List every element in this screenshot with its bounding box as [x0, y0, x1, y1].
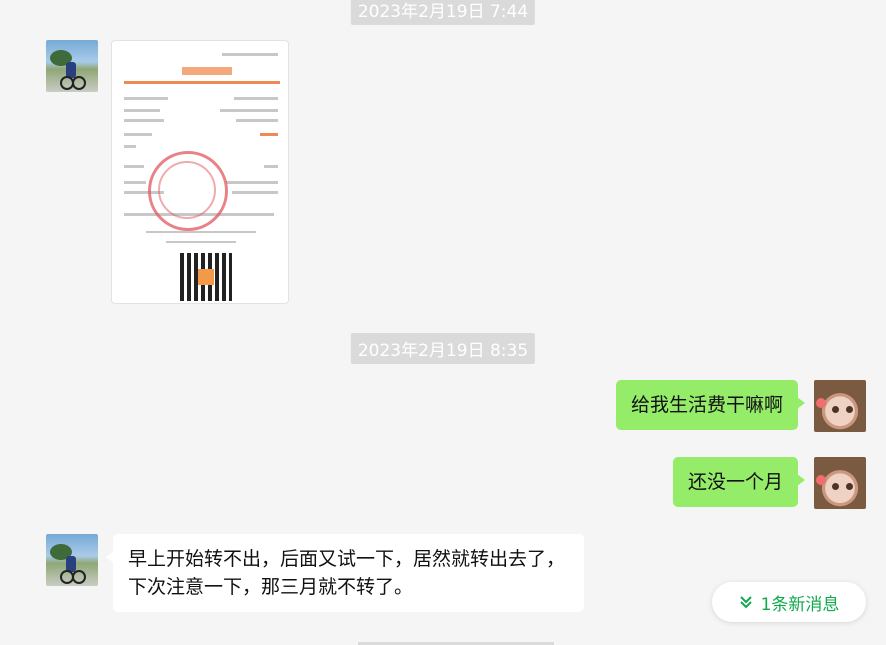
new-messages-button[interactable]: 1条新消息	[712, 582, 866, 622]
timestamp: 2023年2月19日 7:44	[350, 0, 536, 25]
image-message[interactable]	[111, 40, 289, 304]
contact-avatar[interactable]	[46, 40, 98, 92]
contact-avatar[interactable]	[46, 534, 98, 586]
self-avatar[interactable]	[814, 457, 866, 509]
message-bubble-sent[interactable]: 给我生活费干嘛啊	[615, 380, 806, 430]
message-bubble-received[interactable]: 早上开始转不出，后面又试一下，居然就转出去了，下次注意一下，那三月就不转了。	[106, 534, 584, 612]
receipt-image	[122, 47, 282, 301]
message-bubble-sent[interactable]: 还没一个月	[672, 457, 806, 507]
chevron-double-down-icon	[739, 594, 753, 610]
new-messages-label: 1条新消息	[760, 594, 840, 615]
timestamp: 2023年2月19日 8:35	[350, 333, 536, 364]
self-avatar[interactable]	[814, 380, 866, 432]
